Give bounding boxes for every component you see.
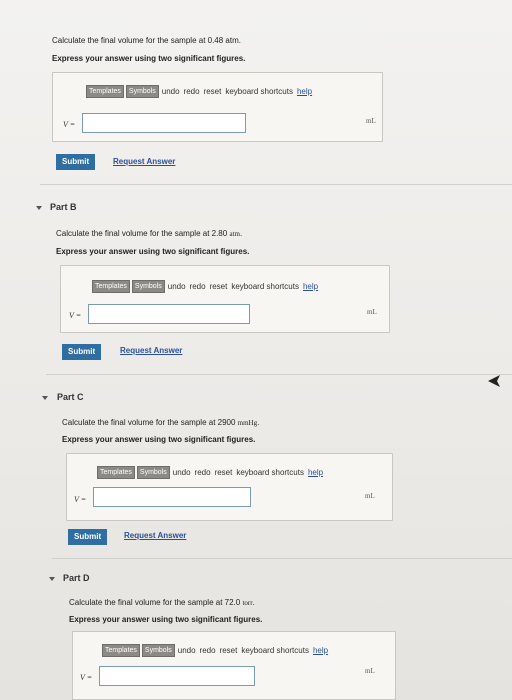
mouse-cursor-icon <box>488 375 500 387</box>
part-b-answer-box: Templates Symbols undo redo reset keyboa… <box>60 265 390 333</box>
templates-button[interactable]: Templates <box>97 466 135 479</box>
keyboard-shortcuts-link[interactable]: keyboard shortcuts <box>230 282 300 291</box>
part-c-question-text: Calculate the final volume for the sampl… <box>62 418 236 427</box>
part-d-label[interactable]: Part D <box>63 573 90 583</box>
part-b-instruction: Express your answer using two significan… <box>56 247 250 256</box>
templates-button[interactable]: Templates <box>86 85 124 98</box>
help-link[interactable]: help <box>302 282 319 291</box>
divider <box>40 184 512 185</box>
part-b-question-text: Calculate the final volume for the sampl… <box>56 229 228 238</box>
part-c-chevron-down-icon[interactable] <box>42 396 48 400</box>
symbols-button[interactable]: Symbols <box>141 644 175 657</box>
part-c-toolbar: Templates Symbols undo redo reset keyboa… <box>97 466 324 479</box>
part-b-question-unit: atm <box>229 230 240 238</box>
redo-button[interactable]: redo <box>199 646 217 655</box>
part-a-instruction: Express your answer using two significan… <box>52 54 246 63</box>
part-c-request-answer-link[interactable]: Request Answer <box>124 531 186 540</box>
part-b-question: Calculate the final volume for the sampl… <box>56 229 242 238</box>
divider <box>52 558 512 559</box>
divider <box>46 374 512 375</box>
part-b-submit-button[interactable]: Submit <box>62 344 102 360</box>
help-link[interactable]: help <box>296 87 313 96</box>
part-a-unit-label: mL <box>366 117 376 125</box>
part-a-submit-button[interactable]: Submit <box>56 154 96 170</box>
part-a-variable-label: V = <box>63 120 76 129</box>
part-c-unit-label: mL <box>365 492 375 500</box>
symbols-button[interactable]: Symbols <box>125 85 159 98</box>
undo-button[interactable]: undo <box>167 282 187 291</box>
help-link[interactable]: help <box>312 646 329 655</box>
reset-button[interactable]: reset <box>219 646 239 655</box>
redo-button[interactable]: redo <box>194 468 212 477</box>
part-d-answer-box: Templates Symbols undo redo reset keyboa… <box>72 631 396 700</box>
part-a-question: Calculate the final volume for the sampl… <box>52 36 241 45</box>
redo-button[interactable]: redo <box>189 282 207 291</box>
reset-button[interactable]: reset <box>203 87 223 96</box>
part-b-answer-input[interactable] <box>88 304 250 324</box>
symbols-button[interactable]: Symbols <box>131 280 165 293</box>
undo-button[interactable]: undo <box>172 468 192 477</box>
keyboard-shortcuts-link[interactable]: keyboard shortcuts <box>224 87 294 96</box>
reset-button[interactable]: reset <box>209 282 229 291</box>
keyboard-shortcuts-link[interactable]: keyboard shortcuts <box>240 646 310 655</box>
part-d-toolbar: Templates Symbols undo redo reset keyboa… <box>102 644 329 657</box>
part-b-question-period: . <box>239 229 243 238</box>
part-d-chevron-down-icon[interactable] <box>49 577 55 581</box>
part-d-answer-input[interactable] <box>99 666 255 686</box>
part-d-question-unit: torr <box>242 599 253 607</box>
part-c-answer-box: Templates Symbols undo redo reset keyboa… <box>66 453 393 521</box>
part-c-variable-label: V = <box>74 495 87 504</box>
part-b-toolbar: Templates Symbols undo redo reset keyboa… <box>92 280 319 293</box>
reset-button[interactable]: reset <box>214 468 234 477</box>
part-d-question-text: Calculate the final volume for the sampl… <box>69 598 241 607</box>
page: Calculate the final volume for the sampl… <box>0 0 512 700</box>
part-b-label[interactable]: Part B <box>50 202 77 212</box>
part-b-unit-label: mL <box>367 308 377 316</box>
help-link[interactable]: help <box>307 468 324 477</box>
undo-button[interactable]: undo <box>177 646 197 655</box>
part-d-variable-label: V = <box>80 673 93 682</box>
part-c-question: Calculate the final volume for the sampl… <box>62 418 259 427</box>
keyboard-shortcuts-link[interactable]: keyboard shortcuts <box>235 468 305 477</box>
redo-button[interactable]: redo <box>183 87 201 96</box>
part-b-chevron-down-icon[interactable] <box>36 206 42 210</box>
part-a-request-answer-link[interactable]: Request Answer <box>113 157 175 166</box>
part-d-question-period: . <box>252 598 255 607</box>
part-a-answer-input[interactable] <box>82 113 246 133</box>
templates-button[interactable]: Templates <box>92 280 130 293</box>
part-b-variable-label: V = <box>69 311 82 320</box>
undo-button[interactable]: undo <box>161 87 181 96</box>
part-c-answer-input[interactable] <box>93 487 251 507</box>
symbols-button[interactable]: Symbols <box>136 466 170 479</box>
part-a-answer-box: Templates Symbols undo redo reset keyboa… <box>52 72 383 142</box>
part-d-question: Calculate the final volume for the sampl… <box>69 598 255 607</box>
part-d-instruction: Express your answer using two significan… <box>69 615 263 624</box>
part-c-question-period: . <box>257 418 260 427</box>
templates-button[interactable]: Templates <box>102 644 140 657</box>
part-c-submit-button[interactable]: Submit <box>68 529 108 545</box>
part-a-toolbar: Templates Symbols undo redo reset keyboa… <box>86 85 313 98</box>
part-c-question-unit: mmHg <box>237 419 258 427</box>
part-b-request-answer-link[interactable]: Request Answer <box>120 346 182 355</box>
part-d-unit-label: mL <box>365 667 375 675</box>
part-c-label[interactable]: Part C <box>57 392 84 402</box>
part-c-instruction: Express your answer using two significan… <box>62 435 256 444</box>
